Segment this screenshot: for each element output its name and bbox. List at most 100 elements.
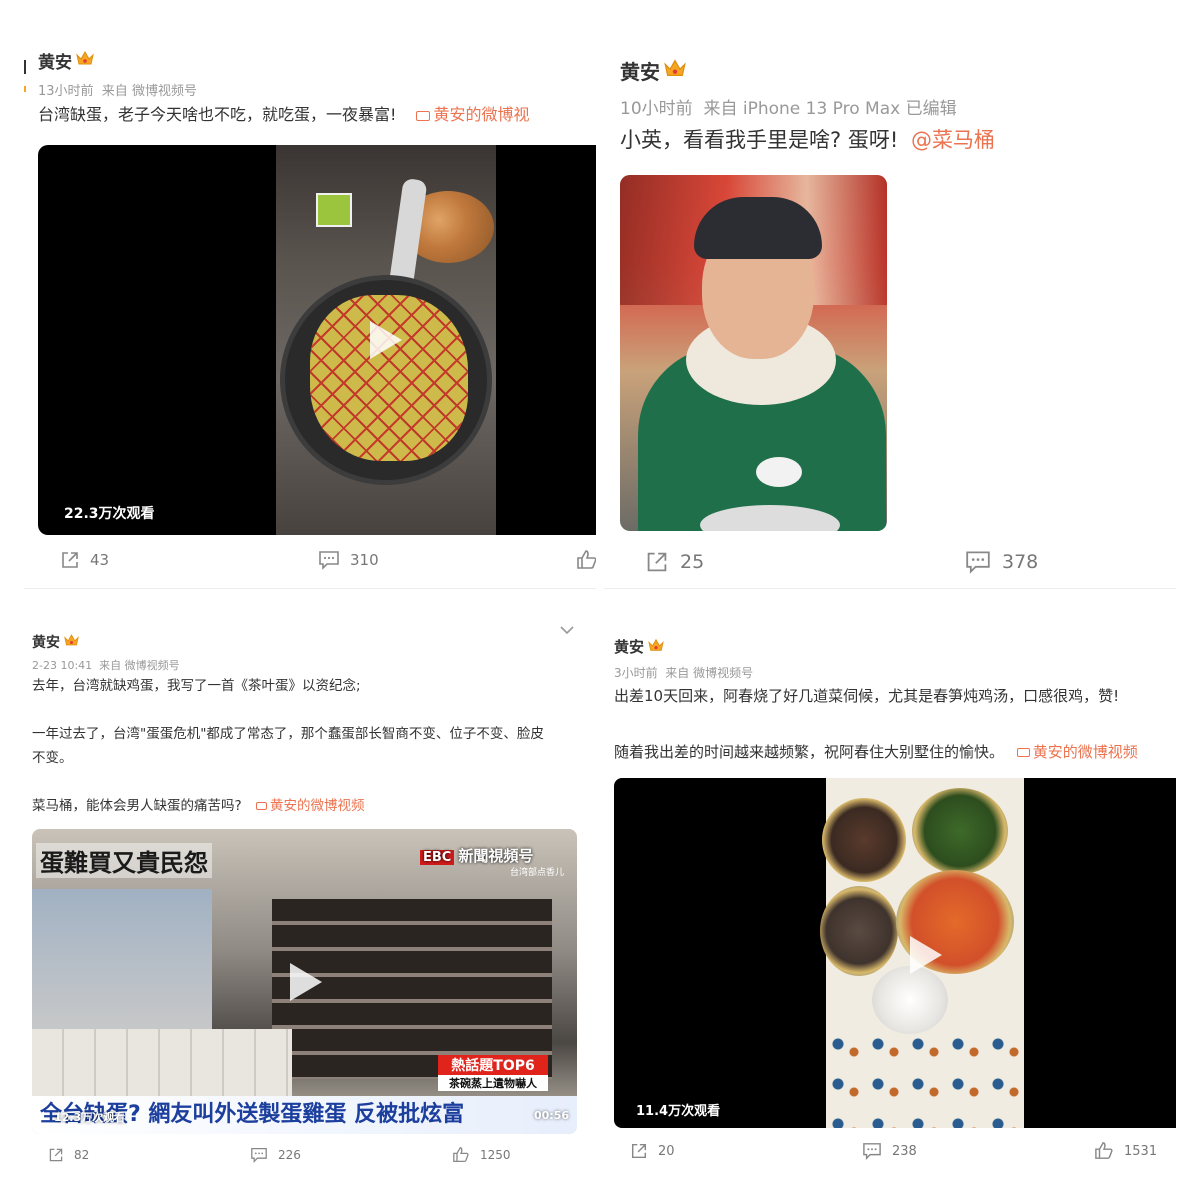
post-4: 黄安 3小时前 来自 微博视频号 出差10天回来，阿春烧了好几道菜伺候，尤其是春…: [606, 616, 1200, 1176]
like-button[interactable]: [576, 550, 596, 570]
video-link-icon: [1016, 748, 1030, 757]
sidebar-marker: [24, 60, 26, 74]
video-link-text[interactable]: 黄安的微博视频: [1033, 743, 1138, 761]
author-name-text[interactable]: 黄安: [614, 636, 644, 657]
crown-icon: [64, 633, 79, 651]
video-player[interactable]: 蛋難買又貴民怨 EBC 新聞視頻号 台湾部点香儿 熱話題TOP6 茶碗蒸上遺物嚇人…: [32, 829, 577, 1134]
comment-icon: [966, 551, 990, 574]
video-link-icon: [255, 802, 267, 810]
like-icon: [577, 550, 596, 569]
post-text-line: 随着我出差的时间越来越频繁，祝阿春住大别墅住的愉快。 黄安的微博视频: [614, 740, 1138, 764]
post-text-line: 菜马桶，能体会男人缺蛋的痛苦吗? 黄安的微博视频: [32, 796, 364, 818]
post-text-body: 菜马桶，能体会男人缺蛋的痛苦吗?: [32, 798, 242, 814]
video-duration: 00:56: [534, 1109, 570, 1122]
share-icon: [62, 552, 78, 568]
comment-count: 378: [1002, 551, 1039, 573]
comment-icon: [251, 1147, 267, 1163]
like-icon: [453, 1147, 469, 1163]
plate-greens: [912, 788, 1008, 874]
play-icon[interactable]: [910, 936, 942, 974]
channel-logo-text: 新聞視頻号: [458, 847, 534, 865]
post-2: 黄安 10小时前 来自 iPhone 13 Pro Max 已编辑 小英，看看我…: [620, 40, 1200, 588]
comment-count: 238: [892, 1143, 917, 1159]
post-text: 台湾缺蛋，老子今天啥也不吃，就吃蛋，一夜暴富! 黄安的微博视: [38, 102, 530, 128]
post-1: 黄安 13小时前 来自 微博视频号 台湾缺蛋，老子今天啥也不吃，就吃蛋，一夜暴富…: [24, 40, 596, 588]
post-text-line: 不变。: [32, 750, 73, 766]
comment-button[interactable]: 226: [250, 1147, 301, 1163]
post-3: 黄安 2-23 10:41 来自 微博视频号 去年，台湾就缺鸡蛋，我写了一首《茶…: [24, 616, 584, 1176]
author-name-text[interactable]: 黄安: [620, 56, 660, 85]
comment-count: 226: [278, 1148, 301, 1162]
like-button[interactable]: 1250: [452, 1147, 511, 1163]
video-player[interactable]: 22.3万次观看: [38, 145, 596, 535]
video-link-text[interactable]: 黄安的微博视: [434, 105, 530, 124]
channel-logo: EBC 新聞視頻号: [420, 845, 533, 866]
rice-bowl: [872, 966, 948, 1034]
badge-sub: 茶碗蒸上遺物嚇人: [438, 1075, 548, 1091]
view-count: 12.3万次观看: [54, 1111, 126, 1124]
video-player[interactable]: 11.4万次观看: [614, 778, 1176, 1128]
crown-icon: [648, 638, 664, 656]
share-count: 20: [658, 1143, 675, 1159]
share-icon: [49, 1148, 63, 1162]
divider: [24, 588, 596, 589]
post-text-line: 去年，台湾就缺鸡蛋，我写了一首《茶叶蛋》以资纪念;: [32, 678, 361, 694]
post-meta: 3小时前 来自 微博视频号: [614, 666, 754, 680]
post-meta: 13小时前 来自 微博视频号: [38, 84, 197, 99]
sidebar-dot: [24, 86, 26, 92]
view-count: 22.3万次观看: [64, 506, 155, 522]
like-count: 1250: [480, 1148, 511, 1162]
author-name-text[interactable]: 黄安: [38, 48, 72, 73]
post-text-body: 随着我出差的时间越来越频繁，祝阿春住大别墅住的愉快。: [614, 743, 1005, 761]
comment-count: 310: [350, 551, 379, 569]
plate-snails: [822, 798, 906, 882]
video-link-text[interactable]: 黄安的微博视频: [270, 798, 365, 814]
post-meta: 10小时前 来自 iPhone 13 Pro Max 已编辑: [620, 99, 957, 119]
view-count: 11.4万次观看: [636, 1104, 721, 1119]
badge: 熱話題TOP6: [438, 1055, 548, 1075]
share-button[interactable]: 43: [60, 550, 109, 570]
video-link[interactable]: 黄安的微博视频: [1016, 743, 1138, 761]
plate-meat: [820, 886, 898, 976]
chevron-down-icon[interactable]: [560, 620, 574, 639]
video-link-icon: [415, 110, 430, 121]
crown-icon: [76, 50, 94, 71]
comment-button[interactable]: 310: [318, 550, 379, 570]
author-name[interactable]: 黄安: [32, 632, 79, 652]
comment-button[interactable]: 238: [862, 1142, 917, 1160]
post-image[interactable]: [620, 175, 887, 531]
author-name[interactable]: 黄安: [614, 636, 664, 657]
share-count: 82: [74, 1148, 90, 1162]
play-icon[interactable]: [370, 321, 402, 359]
like-icon: [1095, 1142, 1113, 1159]
freezer-left: [32, 889, 212, 1039]
table-pattern: [826, 1028, 1024, 1128]
video-link[interactable]: 黄安的微博视频: [255, 798, 365, 814]
share-count: 43: [90, 551, 110, 569]
share-button[interactable]: 82: [48, 1147, 89, 1163]
author-name-text[interactable]: 黄安: [32, 632, 60, 652]
share-icon: [647, 552, 667, 572]
share-icon: [631, 1143, 647, 1159]
share-button[interactable]: 25: [644, 550, 704, 574]
comment-icon: [319, 551, 339, 570]
cap: [694, 197, 822, 259]
post-text-line: 一年过去了，台湾"蛋蛋危机"都成了常态了，那个蠢蛋部长智商不变、位子不变、脸皮: [32, 726, 544, 742]
author-name[interactable]: 黄安: [38, 48, 94, 73]
play-icon[interactable]: [290, 963, 322, 1001]
hand-spoon: [756, 457, 802, 487]
divider: [604, 588, 1176, 589]
share-button[interactable]: 20: [630, 1142, 675, 1160]
video-link[interactable]: 黄安的微博视: [415, 105, 530, 124]
crown-icon: [664, 58, 686, 83]
sign-card: [316, 193, 352, 227]
author-name[interactable]: 黄安: [620, 56, 686, 85]
like-button[interactable]: 1531: [1094, 1142, 1157, 1160]
ebc-logo: EBC: [420, 850, 455, 865]
video-headline: 蛋難買又貴民怨: [36, 843, 212, 878]
comment-icon: [863, 1143, 881, 1160]
post-text-body: 小英，看看我手里是啥? 蛋呀!: [620, 128, 899, 152]
mention-link[interactable]: @菜马桶: [911, 128, 995, 152]
post-meta: 2-23 10:41 来自 微博视频号: [32, 659, 180, 672]
comment-button[interactable]: 378: [964, 550, 1038, 574]
